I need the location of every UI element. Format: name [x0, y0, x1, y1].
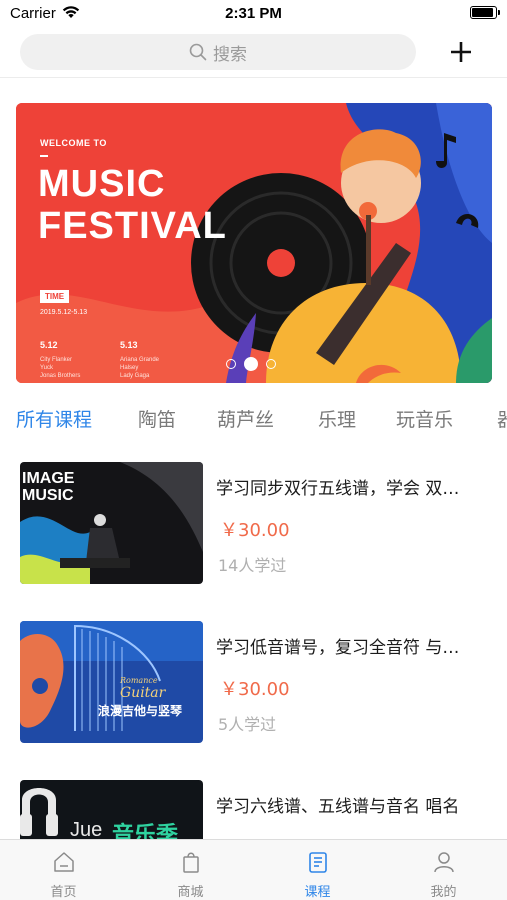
lineup-act: City Flanker: [40, 357, 73, 363]
lineup-date: 5.12: [40, 340, 58, 350]
search-input[interactable]: 搜索: [20, 34, 416, 70]
tab-all-courses[interactable]: 所有课程: [16, 405, 92, 432]
course-title: 学习六线谱、五线谱与音名 唱名: [216, 797, 460, 817]
banner-title-line2: FESTIVAL: [38, 205, 227, 247]
banner-title-line1: MUSIC: [38, 163, 166, 205]
pager-dot-active[interactable]: [244, 357, 258, 371]
banner-welcome: WELCOME TO: [40, 138, 107, 148]
shopping-bag-icon: [182, 852, 199, 873]
bottom-tab-bar: 首页 商城 课程 我的: [0, 839, 507, 900]
course-learner-count: 5人学过: [218, 715, 277, 734]
lineup-day-1: 5.12 City Flanker Yuck Jonas Brothers: [40, 340, 80, 380]
banner-title: MUSIC FESTIVAL: [38, 163, 227, 247]
banner-date-range: 2019.5.12-5.13: [40, 309, 88, 316]
course-list-item[interactable]: IMAGE MUSIC 学习同步双行五线谱，学会 双… ￥30.00 14人学过: [20, 462, 490, 586]
pager-dot[interactable]: [226, 359, 236, 369]
status-time: 2:31 PM: [225, 5, 282, 22]
pager-dot[interactable]: [266, 359, 276, 369]
course-price: ￥30.00: [220, 679, 290, 700]
category-tabs: 所有课程 陶笛 葫芦丝 乐理 玩音乐 器: [0, 405, 507, 437]
lineup-act: Yuck: [40, 365, 54, 371]
tab-bar-label: 课程: [304, 885, 331, 900]
lineup-act: Lady Gaga: [120, 373, 150, 379]
user-icon: [433, 852, 454, 873]
battery-icon: [470, 6, 500, 19]
tab-music-theory[interactable]: 乐理: [318, 405, 356, 432]
banner-dash: [40, 155, 48, 157]
lineup-act: Halsey: [120, 365, 139, 371]
course-thumbnail: Romance Guitar 浪漫吉他与竖琴: [20, 621, 203, 743]
tab-bar-label: 商城: [177, 885, 204, 900]
lineup-date: 5.13: [120, 340, 138, 350]
carousel-pager: [226, 357, 276, 371]
search-icon: [189, 43, 207, 61]
lineup-act: Jonas Brothers: [40, 373, 81, 379]
lineup-act: Ariana Grande: [120, 357, 160, 363]
search-header: 搜索: [0, 34, 507, 78]
tab-bar-courses[interactable]: 课程: [254, 840, 381, 900]
plus-icon: [451, 42, 471, 62]
tab-bar-profile[interactable]: 我的: [380, 840, 507, 900]
course-price: ￥30.00: [220, 520, 290, 541]
tab-instruments[interactable]: 器: [497, 405, 507, 432]
thumb-text: IMAGE: [22, 470, 75, 487]
course-title: 学习同步双行五线谱，学会 双…: [216, 479, 460, 499]
thumb-text: 浪漫吉他与竖琴: [98, 703, 183, 718]
course-learner-count: 14人学过: [218, 556, 287, 575]
thumb-text: Romance: [119, 676, 158, 685]
tab-ocarina[interactable]: 陶笛: [138, 405, 176, 432]
search-placeholder: 搜索: [213, 44, 247, 65]
banner-carousel[interactable]: WELCOME TO MUSIC FESTIVAL TIME 2019.5.12…: [16, 103, 492, 383]
thumb-text: MUSIC: [22, 487, 74, 504]
lineup-day-2: 5.13 Ariana Grande Halsey Lady Gaga: [120, 340, 159, 380]
thumb-text: Guitar: [120, 685, 167, 701]
course-book-icon: [308, 852, 327, 873]
add-button[interactable]: [445, 36, 477, 68]
tab-bar-label: 我的: [430, 885, 457, 900]
course-thumbnail-art: IMAGE MUSIC: [20, 462, 203, 584]
tab-bar-mall[interactable]: 商城: [127, 840, 254, 900]
tab-hulusi[interactable]: 葫芦丝: [217, 405, 274, 432]
course-list-item[interactable]: Romance Guitar 浪漫吉他与竖琴 学习低音谱号，复习全音符 与… ￥…: [20, 621, 490, 745]
course-thumbnail: IMAGE MUSIC: [20, 462, 203, 584]
tab-bar-home[interactable]: 首页: [0, 840, 127, 900]
home-icon: [53, 852, 74, 872]
banner-time-badge: TIME: [40, 290, 70, 303]
battery-level: [472, 8, 493, 17]
course-title: 学习低音谱号，复习全音符 与…: [216, 638, 460, 658]
course-thumbnail-art: Romance Guitar 浪漫吉他与竖琴: [20, 621, 203, 743]
tab-bar-label: 首页: [50, 885, 77, 900]
tab-play-music[interactable]: 玩音乐: [396, 405, 453, 432]
status-bar: Carrier 2:31 PM: [0, 0, 507, 28]
thumb-text: Jue: [70, 819, 102, 841]
